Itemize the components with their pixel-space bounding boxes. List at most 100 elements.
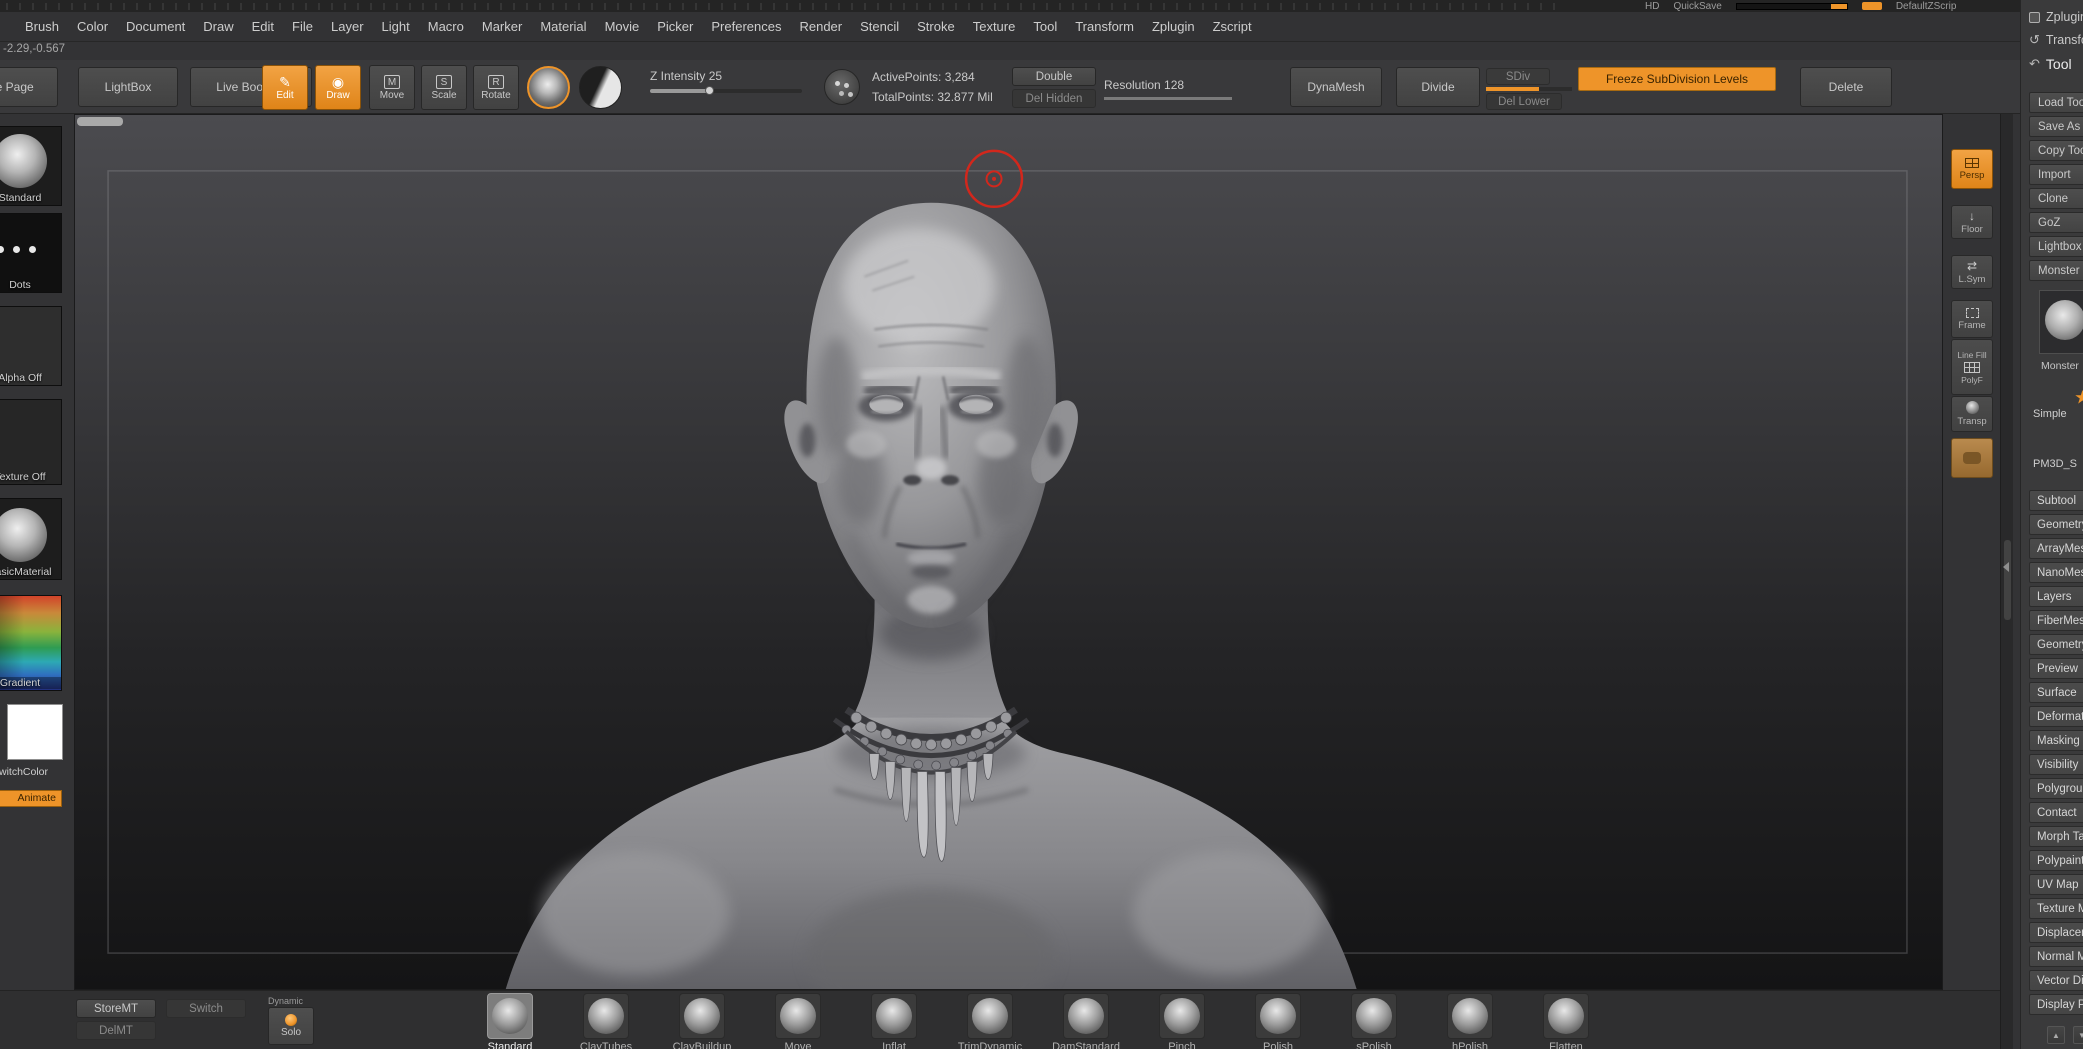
rotate-mode-button[interactable]: R Rotate: [473, 65, 519, 110]
tool-subpalette-item[interactable]: Contact: [2029, 802, 2083, 823]
document-canvas[interactable]: [74, 114, 1943, 990]
brush-item[interactable]: TrimDynamic: [942, 993, 1038, 1049]
brush-item[interactable]: Standard: [462, 993, 558, 1049]
tool-subpalette-item[interactable]: Geometry: [2029, 514, 2083, 535]
current-brush-swatch[interactable]: Standard: [0, 126, 62, 206]
menu-item[interactable]: Zscript: [1204, 12, 1261, 41]
active-tool-thumbnail[interactable]: [2039, 290, 2083, 354]
menu-item[interactable]: Edit: [243, 12, 283, 41]
switch-morph-target-button[interactable]: Switch: [166, 999, 246, 1018]
menu-item[interactable]: Light: [373, 12, 419, 41]
menu-item[interactable]: Document: [117, 12, 194, 41]
resolution-slider[interactable]: [1104, 97, 1232, 100]
brush-item[interactable]: Polish: [1230, 993, 1326, 1049]
tool-action-button[interactable]: Copy Tool: [2029, 140, 2083, 161]
tool-action-button[interactable]: Load Tool: [2029, 92, 2083, 113]
brush-item[interactable]: Move: [750, 993, 846, 1049]
tool-subpalette-item[interactable]: FiberMesh: [2029, 610, 2083, 631]
gradient-sphere-icon[interactable]: [579, 66, 622, 109]
menu-item[interactable]: Macro: [419, 12, 473, 41]
current-material-swatch[interactable]: BasicMaterial: [0, 498, 62, 580]
menu-item[interactable]: Marker: [473, 12, 531, 41]
tool-subpalette-item[interactable]: Displacement Map: [2029, 922, 2083, 943]
tool-subpalette-item[interactable]: NanoMesh: [2029, 562, 2083, 583]
brush-item[interactable]: Inflat: [846, 993, 942, 1049]
dynamesh-button[interactable]: DynaMesh: [1290, 67, 1382, 107]
draw-mode-button[interactable]: ◉ Draw: [315, 65, 361, 110]
menu-item[interactable]: Draw: [194, 12, 242, 41]
tool-subpalette-item[interactable]: Texture Map: [2029, 898, 2083, 919]
dots-sphere-icon[interactable]: [824, 69, 860, 105]
z-intensity-knob[interactable]: [705, 86, 714, 95]
lightbox-button[interactable]: LightBox: [78, 67, 178, 107]
tool-action-button[interactable]: Save As: [2029, 116, 2083, 137]
transform-palette-header[interactable]: ↺ Transform: [2029, 32, 2083, 48]
tool-subpalette-item[interactable]: Normal Map: [2029, 946, 2083, 967]
color-picker[interactable]: Gradient: [0, 595, 62, 691]
tool-subpalette-item[interactable]: Preview: [2029, 658, 2083, 679]
current-alpha-swatch[interactable]: Alpha Off: [0, 306, 62, 386]
del-lower-button[interactable]: Del Lower: [1486, 93, 1562, 110]
menu-item[interactable]: Transform: [1066, 12, 1143, 41]
edit-mode-button[interactable]: ✎ Edit: [262, 65, 308, 110]
tool-action-button[interactable]: Clone: [2029, 188, 2083, 209]
hd-toggle[interactable]: HD: [1645, 1, 1659, 12]
store-morph-target-button[interactable]: StoreMT: [76, 999, 156, 1018]
default-zscript-button[interactable]: DefaultZScrip: [1896, 1, 1957, 12]
menu-item[interactable]: Layer: [322, 12, 373, 41]
local-symmetry-button[interactable]: ⇄ L.Sym: [1951, 255, 1993, 289]
simple-brush-star-icon[interactable]: [2075, 390, 2083, 405]
tool-subpalette-item[interactable]: Deformation: [2029, 706, 2083, 727]
brush-falloff-sphere-icon[interactable]: [527, 66, 570, 109]
delete-morph-target-button[interactable]: DelMT: [76, 1021, 156, 1040]
del-hidden-button[interactable]: Del Hidden: [1012, 89, 1096, 108]
current-texture-swatch[interactable]: Texture Off: [0, 399, 62, 485]
tool-action-button[interactable]: Import: [2029, 164, 2083, 185]
panel-scroll-up-icon[interactable]: ▲: [2047, 1026, 2065, 1044]
panel-scroll-down-icon[interactable]: ▼: [2073, 1026, 2083, 1044]
tool-subpalette-item[interactable]: Geometry HD: [2029, 634, 2083, 655]
current-tool-slot-button[interactable]: Monster: [2029, 260, 2083, 281]
menu-item[interactable]: Stroke: [908, 12, 964, 41]
tool-subpalette-item[interactable]: Morph Target: [2029, 826, 2083, 847]
menu-item[interactable]: Brush: [16, 12, 68, 41]
panel-collapse-arrow-icon[interactable]: [2003, 562, 2009, 572]
tool-action-button[interactable]: Lightbox: [2029, 236, 2083, 257]
tool-subpalette-item[interactable]: Polygroups: [2029, 778, 2083, 799]
tool-subpalette-item[interactable]: Polypaint: [2029, 850, 2083, 871]
menu-item[interactable]: Color: [68, 12, 117, 41]
brush-item[interactable]: ClayTubes: [558, 993, 654, 1049]
menu-item[interactable]: Render: [790, 12, 851, 41]
floor-button[interactable]: ↓ Floor: [1951, 205, 1993, 239]
brush-item[interactable]: Pinch: [1134, 993, 1230, 1049]
menu-item[interactable]: Picker: [648, 12, 702, 41]
tool-subpalette-item[interactable]: Display Properties: [2029, 994, 2083, 1015]
brush-item[interactable]: Flatten: [1518, 993, 1614, 1049]
brush-item[interactable]: DamStandard: [1038, 993, 1134, 1049]
animate-button[interactable]: Animate: [0, 790, 62, 807]
zplugin-palette-header[interactable]: Zplugin: [2029, 10, 2083, 24]
delete-button[interactable]: Delete: [1800, 67, 1892, 107]
tool-action-button[interactable]: GoZ: [2029, 212, 2083, 233]
brush-item[interactable]: sPolish: [1326, 993, 1422, 1049]
move-mode-button[interactable]: M Move: [369, 65, 415, 110]
panel-scrollbar-thumb[interactable]: [2004, 540, 2011, 620]
ghost-button[interactable]: [1951, 438, 1993, 478]
menu-item[interactable]: Material: [531, 12, 595, 41]
menu-item[interactable]: Texture: [964, 12, 1025, 41]
scale-mode-button[interactable]: S Scale: [421, 65, 467, 110]
sdiv-button[interactable]: SDiv: [1486, 68, 1550, 85]
tool-subpalette-item[interactable]: ArrayMesh: [2029, 538, 2083, 559]
brush-item[interactable]: hPolish: [1422, 993, 1518, 1049]
z-intensity-slider[interactable]: [650, 89, 802, 93]
menu-item[interactable]: Movie: [596, 12, 649, 41]
menu-item[interactable]: Stencil: [851, 12, 908, 41]
quicksave-button[interactable]: QuickSave: [1673, 1, 1721, 12]
transparency-button[interactable]: Transp: [1951, 396, 1993, 432]
sdiv-slider[interactable]: [1486, 87, 1572, 91]
menu-item[interactable]: Zplugin: [1143, 12, 1204, 41]
freeze-subdivision-button[interactable]: Freeze SubDivision Levels: [1578, 67, 1776, 91]
polyframe-button[interactable]: Line Fill PolyF: [1951, 339, 1993, 395]
tool-subpalette-item[interactable]: UV Map: [2029, 874, 2083, 895]
double-button[interactable]: Double: [1012, 67, 1096, 86]
